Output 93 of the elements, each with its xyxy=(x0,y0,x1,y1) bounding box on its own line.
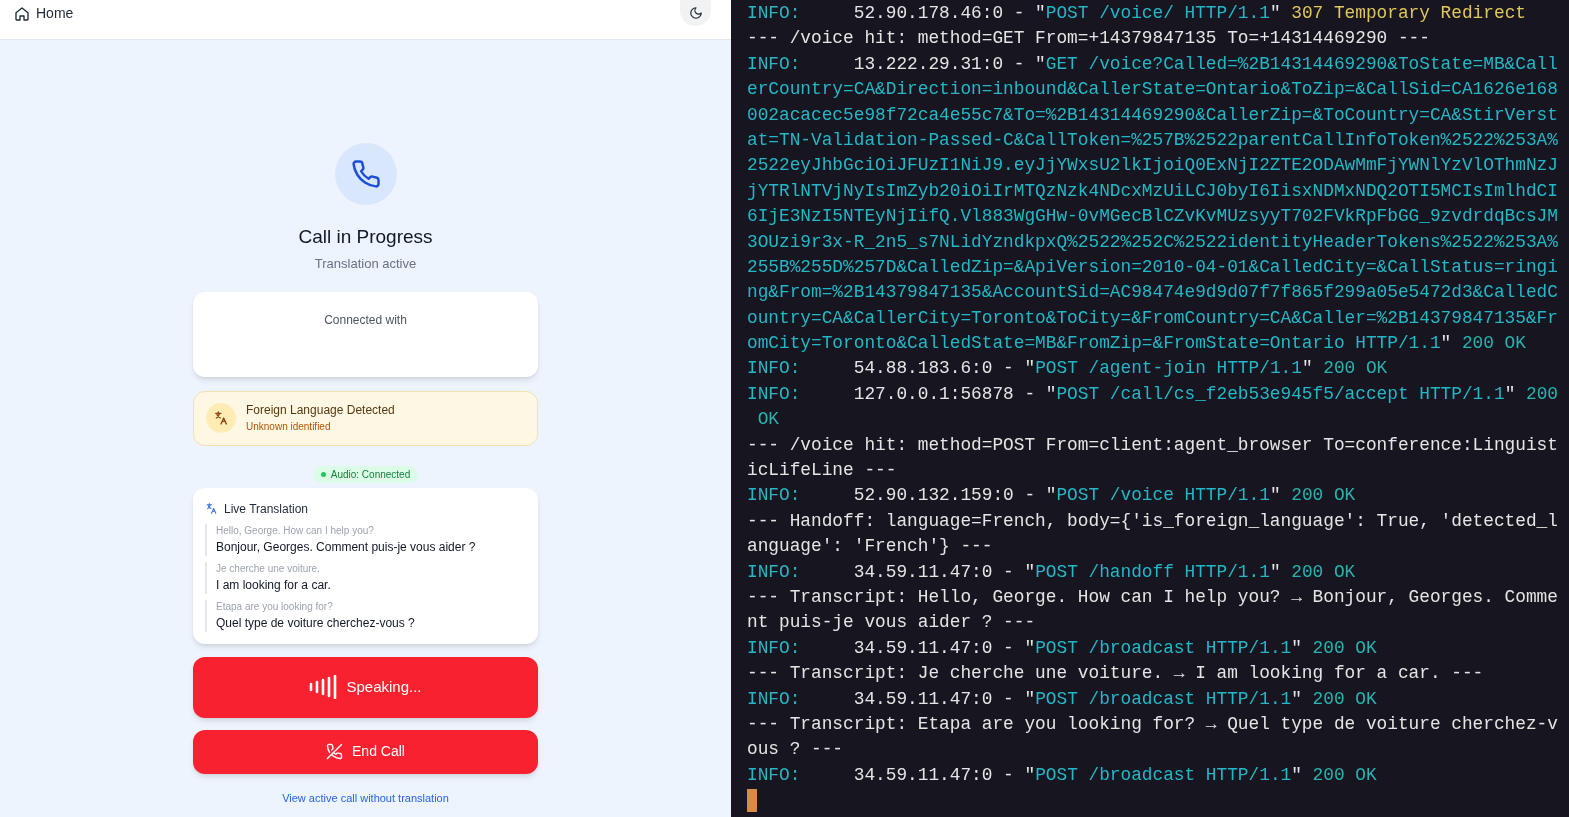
audio-status-label: Audio: Connected xyxy=(330,467,411,482)
alert-title: Foreign Language Detected xyxy=(246,402,395,418)
log-text: 34.59.11.47:0 - " xyxy=(852,764,1036,785)
status-text: 200 OK xyxy=(1312,637,1377,658)
request-text: POST /call/cs_f2eb53e945f5/accept HTTP/1.1 xyxy=(1056,383,1505,404)
request-text: 2522eyJhbGciOiJFUzI1NiJ9.eyJjYWxsU2lkIjoiQ0ExNjI2ZTE2ODAwMmFjYWNlYzVlOThmNzJ xyxy=(747,155,1558,176)
request-text: jYTRlNTVjNyIsImZyb20iOiIrMTQzNzk4NDcxMzUiLCJ0byI6IisxNDMxNDQ2OTI5MCIsImlhdCI xyxy=(747,180,1558,201)
connected-label: Connected with xyxy=(324,311,407,329)
log-text: ous ? --- xyxy=(747,739,844,760)
live-translation-title: Live Translation xyxy=(224,500,309,518)
original-text: Etapa are you looking for? xyxy=(216,599,334,614)
status-text: OK xyxy=(756,409,779,430)
status-text: 200 xyxy=(1525,383,1558,404)
translated-text: I am looking for a car. xyxy=(216,576,332,594)
terminal-cursor xyxy=(747,789,757,813)
view-without-translation-link[interactable]: View active call without translation xyxy=(282,791,449,805)
status-text: 200 OK xyxy=(1323,358,1388,379)
log-level: INFO: xyxy=(747,53,801,74)
request-text: 255B%255D%257D&CalledZip=&ApiVersion=2010-04-01&CalledCity=&CallStatus=ringi xyxy=(747,256,1558,277)
log-text: --- /voice hit: method=GET From=+14379847135 To=+14314469290 --- xyxy=(747,28,1430,49)
call-title: Call in Progress xyxy=(298,225,433,249)
request-text: POST /broadcast HTTP/1.1 xyxy=(1035,688,1292,709)
original-text: Hello, George. How can I help you? xyxy=(216,523,375,538)
status-text: 200 OK xyxy=(1312,688,1377,709)
log-text: --- Transcript: Hello, George. How can I help you? → Bonjour, Georges. Comme xyxy=(747,587,1558,607)
translated-text: Quel type de voiture cherchez-vous ? xyxy=(216,614,416,632)
log-text: icLifeLine --- xyxy=(747,460,897,481)
log-text: 54.88.183.6:0 - " xyxy=(852,358,1036,379)
log-text: " xyxy=(1269,3,1282,23)
log-level: INFO: xyxy=(747,3,801,23)
speaking-button[interactable]: Speaking... xyxy=(193,656,538,718)
request-text: 6IjE3NzI5NTEyNjIifQ.Vl883WgGHw-0vMGecBlCZvKvMUzsyyT702FVkRpFbGG_9zvdrdqBcsJM xyxy=(747,206,1558,227)
end-call-button[interactable]: End Call xyxy=(193,729,538,774)
log-text: 34.59.11.47:0 - " xyxy=(852,637,1036,658)
request-text: POST /broadcast HTTP/1.1 xyxy=(1035,764,1292,785)
log-level: INFO: xyxy=(747,358,801,379)
log-level: INFO: xyxy=(747,637,801,658)
phone-icon xyxy=(350,159,381,189)
log-text: 34.59.11.47:0 - " xyxy=(852,688,1036,709)
log-text: --- /voice hit: method=POST From=client:agent_browser To=conference:Linguist xyxy=(747,434,1558,455)
translate-icon xyxy=(205,502,218,515)
home-icon xyxy=(14,5,30,22)
log-text: " xyxy=(1440,333,1453,354)
request-text: GET /voice?Called=%2B14314469290&ToState=MB&Call xyxy=(1045,53,1558,74)
log-text: --- Handoff: language=French, body={'is_foreign_language': True, 'detected_l xyxy=(747,510,1558,531)
log-text: --- Transcript: Etapa are you looking for? → Quel type de voiture cherchez-v xyxy=(747,713,1558,734)
log-text: 34.59.11.47:0 - " xyxy=(852,561,1036,582)
status-text: 200 OK xyxy=(1291,485,1356,506)
status-text: 200 OK xyxy=(1312,764,1377,785)
moon-icon xyxy=(688,6,703,20)
log-text: " xyxy=(1269,485,1282,506)
status-text: 200 OK xyxy=(1291,561,1356,582)
request-text: erCountry=CA&Direction=inbound&CallerState=Ontario&ToZip=&CallSid=CA1626e168 xyxy=(747,79,1558,100)
log-text: " xyxy=(1269,561,1282,582)
alert-subtitle: Unknown identified xyxy=(246,420,332,434)
request-text: 3OUzi9r3x-R_2n5_s7NLidYzndkpxQ%2522%252C%2522identityHeaderTokens%2522%253A% xyxy=(747,231,1558,252)
request-text: POST /voice/ HTTP/1.1 xyxy=(1045,3,1270,23)
original-text: Je cherche une voiture. xyxy=(216,561,321,576)
request-text: ng&From=%2B14379847135&AccountSid=AC98474e9d9d07f7f865f299a05e5472d3&CalledC xyxy=(747,282,1558,303)
translated-text: Bonjour, Georges. Comment puis-je vous aider ? xyxy=(216,538,477,556)
log-text: " xyxy=(1291,688,1303,709)
phone-off-icon xyxy=(326,743,344,760)
status-text: 200 OK xyxy=(1461,333,1526,354)
status-text: 307 Temporary Redirect xyxy=(1291,3,1526,23)
request-text: POST /broadcast HTTP/1.1 xyxy=(1035,637,1292,658)
log-level: INFO: xyxy=(747,688,801,709)
log-level: INFO: xyxy=(747,485,801,506)
translate-icon xyxy=(213,410,229,426)
log-level: INFO: xyxy=(747,383,801,404)
home-link[interactable]: Home xyxy=(36,3,74,24)
call-subtitle: Translation active xyxy=(314,255,417,273)
log-text: " xyxy=(1301,358,1314,379)
log-text: 13.222.29.31:0 - " xyxy=(852,53,1046,74)
request-text: ountry=CA&CallerCity=Toronto&ToCity=&FromCountry=CA&Caller=%2B14379847135&Fr xyxy=(747,307,1558,328)
log-text: 52.90.132.159:0 - " xyxy=(852,485,1057,506)
log-text: anguage': 'French'} --- xyxy=(747,536,993,557)
log-level: INFO: xyxy=(747,764,801,785)
request-text: omCity=Toronto&CalledState=MB&FromZip=&FromState=Ontario HTTP/1.1 xyxy=(747,333,1441,354)
request-text: 002acacec5e98f72ca4e55c7&To=%2B14314469290&CallerZip=&ToCountry=CA&StirVerst xyxy=(747,104,1558,125)
request-text: at=TN-Validation-Passed-C&CallToken=%257B%2522parentCallInfoToken%2522%253A% xyxy=(747,129,1558,150)
log-level: INFO: xyxy=(747,561,801,582)
log-text: " xyxy=(1291,764,1303,785)
theme-toggle-button[interactable] xyxy=(680,0,711,26)
log-text: --- Transcript: Je cherche une voiture. → I am looking for a car. --- xyxy=(747,663,1484,684)
request-text: POST /agent-join HTTP/1.1 xyxy=(1035,358,1302,379)
log-text: 52.90.178.46:0 - " xyxy=(852,3,1046,23)
log-text: " xyxy=(1291,637,1303,658)
request-text: POST /handoff HTTP/1.1 xyxy=(1035,561,1270,582)
request-text: POST /voice HTTP/1.1 xyxy=(1056,485,1270,506)
log-text: nt puis-je vous aider ? --- xyxy=(747,612,1036,633)
sound-bars-icon xyxy=(309,675,339,699)
log-text: 127.0.0.1:56878 - " xyxy=(852,383,1057,404)
log-text: " xyxy=(1504,383,1517,404)
